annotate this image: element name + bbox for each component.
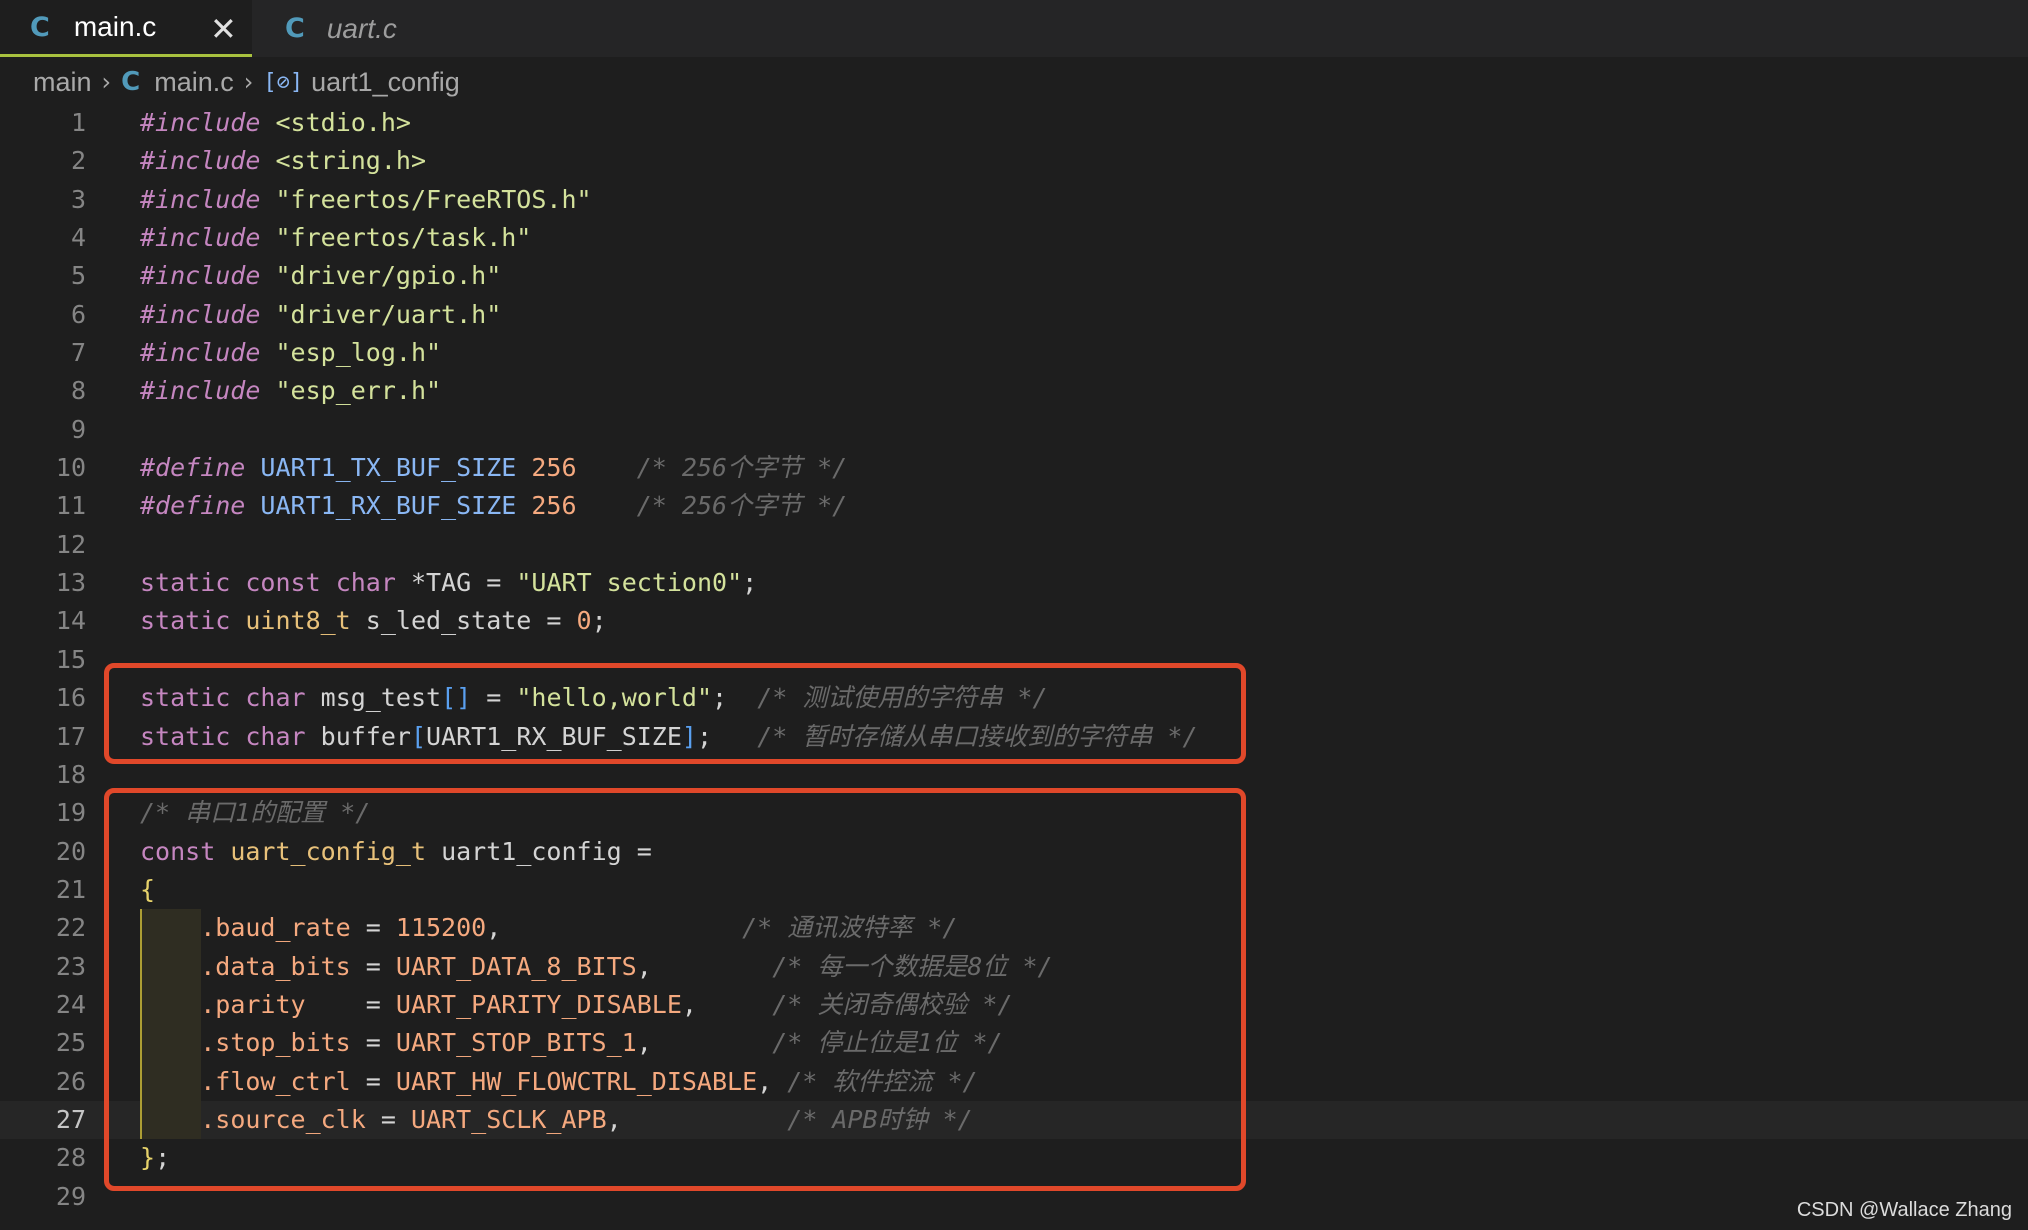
code-line: 2 #include <string.h> <box>0 142 2028 180</box>
code-line: 25 .stop_bits = UART_STOP_BITS_1, /* 停止位… <box>0 1024 2028 1063</box>
line-number: 19 <box>55 798 86 828</box>
line-number: 4 <box>70 223 86 253</box>
line-number: 26 <box>55 1066 86 1096</box>
code-line: 10 #define UART1_TX_BUF_SIZE 256 /* 256个字… <box>0 449 2028 487</box>
line-number: 6 <box>70 299 86 329</box>
code-line: 5 #include "driver/gpio.h" <box>0 257 2028 295</box>
code-text: .source_clk = UART_SCLK_APB, /* APB时钟 */ <box>200 1104 973 1134</box>
line-number: 11 <box>55 491 86 521</box>
code-line: 6 #include "driver/uart.h" <box>0 296 2028 334</box>
code-line: 3 #include "freertos/FreeRTOS.h" <box>0 181 2028 219</box>
c-file-icon: C <box>121 67 141 97</box>
tab-bar: C main.c ✕ C uart.c <box>0 0 2028 57</box>
code-text: { <box>140 874 156 904</box>
line-number: 28 <box>55 1143 86 1173</box>
breadcrumb-file[interactable]: main.c <box>154 67 234 98</box>
code-line: 15 <box>0 641 2028 679</box>
code-text: static const char *TAG = "UART section0"… <box>140 568 758 598</box>
code-line: 20 const uart_config_t uart1_config = <box>0 833 2028 871</box>
line-number: 3 <box>70 184 86 214</box>
line-number: 15 <box>55 644 86 674</box>
c-file-icon: C <box>285 13 305 44</box>
chevron-right-icon: › <box>101 68 112 96</box>
line-number: 21 <box>55 874 86 904</box>
tab-label: main.c <box>73 11 157 42</box>
code-text: #include <stdio.h> <box>140 108 411 137</box>
code-line: 19 /* 串口1的配置 */ <box>0 794 2028 832</box>
code-text: #include <string.h> <box>140 146 426 176</box>
line-number: 23 <box>55 951 86 981</box>
code-editor[interactable]: 1 #include <stdio.h> 2 #include <string.h>… <box>0 104 2028 1216</box>
code-text: static uint8_t s_led_state = 0; <box>140 606 607 636</box>
code-line-current: 27 .source_clk = UART_SCLK_APB, /* APB时钟… <box>0 1100 2028 1140</box>
c-file-icon: C <box>30 11 50 43</box>
code-line: 11 #define UART1_RX_BUF_SIZE 256 /* 256个字… <box>0 487 2028 525</box>
code-line: 23 .data_bits = UART_DATA_8_BITS, /* 每一个… <box>0 947 2028 986</box>
line-number: 25 <box>55 1028 86 1058</box>
close-tab-icon[interactable]: ✕ <box>210 0 237 57</box>
code-line: 18 <box>0 756 2028 794</box>
code-line: 7 #include "esp_log.h" <box>0 334 2028 372</box>
code-line: 17 static char buffer[UART1_RX_BUF_SIZE];… <box>0 718 2028 756</box>
code-line: 4 #include "freertos/task.h" <box>0 219 2028 257</box>
code-text: #include "driver/gpio.h" <box>140 261 502 291</box>
line-number: 8 <box>70 376 86 406</box>
code-text: #define UART1_RX_BUF_SIZE 256 /* 256个字节 … <box>140 491 848 521</box>
code-line: 21 { <box>0 871 2028 909</box>
code-text: #include "driver/uart.h" <box>140 299 502 329</box>
chevron-right-icon: › <box>243 68 254 96</box>
line-number: 20 <box>55 836 86 866</box>
line-number: 14 <box>55 606 86 636</box>
tab-label: uart.c <box>326 12 397 44</box>
line-number: 1 <box>70 108 86 137</box>
code-line: 28}; <box>0 1139 2028 1177</box>
breadcrumb-symbol[interactable]: uart1_config <box>311 67 460 98</box>
line-number: 9 <box>70 414 86 444</box>
line-number: 29 <box>55 1181 86 1211</box>
variable-symbol-icon: [⊘] <box>263 69 304 95</box>
line-number: 22 <box>55 913 86 943</box>
code-line: 22 .baud_rate = 115200, /* 通讯波特率 */ <box>0 909 2028 948</box>
breadcrumb-folder[interactable]: main <box>33 67 92 98</box>
line-number: 7 <box>70 338 86 368</box>
code-text: .data_bits = UART_DATA_8_BITS, /* 每一个数据是… <box>200 951 1053 981</box>
code-line: 16 static char msg_test[] = "hello,world"… <box>0 679 2028 717</box>
line-number: 18 <box>55 759 86 789</box>
line-number: 2 <box>70 146 86 176</box>
code-text: }; <box>140 1143 171 1173</box>
code-text: #define UART1_TX_BUF_SIZE 256 /* 256个字节 … <box>140 453 848 483</box>
code-text: static char msg_test[] = "hello,world"; … <box>140 683 1048 713</box>
code-line: 1 #include <stdio.h> <box>0 104 2028 142</box>
code-text: .stop_bits = UART_STOP_BITS_1, /* 停止位是1位… <box>200 1028 1003 1058</box>
code-text: .baud_rate = 115200, /* 通讯波特率 */ <box>200 913 958 943</box>
code-line: 9 <box>0 411 2028 449</box>
code-text: #include "freertos/task.h" <box>140 223 532 253</box>
line-number: 12 <box>55 529 86 559</box>
code-line: 14 static uint8_t s_led_state = 0; <box>0 602 2028 640</box>
line-number: 10 <box>55 453 86 483</box>
line-number: 5 <box>70 261 86 291</box>
line-number: 24 <box>55 989 86 1019</box>
line-number: 13 <box>55 568 86 598</box>
code-line: 13 static const char *TAG = "UART section… <box>0 564 2028 602</box>
code-line: 24 .parity = UART_PARITY_DISABLE, /* 关闭奇… <box>0 985 2028 1025</box>
tab-uart-c[interactable]: C uart.c <box>252 0 452 57</box>
watermark: CSDN @Wallace Zhang <box>1796 1199 2012 1221</box>
code-line: 8 #include "esp_err.h" <box>0 372 2028 410</box>
code-line: 29 <box>0 1178 2028 1216</box>
code-text: /* 串口1的配置 */ <box>140 798 371 828</box>
code-text: static char buffer[UART1_RX_BUF_SIZE]; /… <box>140 721 1198 751</box>
breadcrumb: main › C main.c › [⊘] uart1_config <box>0 57 2028 107</box>
code-text: #include "freertos/FreeRTOS.h" <box>140 184 592 214</box>
code-text: #include "esp_log.h" <box>140 338 442 368</box>
line-number: 27 <box>55 1104 86 1134</box>
line-number: 16 <box>55 683 86 713</box>
line-number: 17 <box>55 721 86 751</box>
code-text: const uart_config_t uart1_config = <box>140 836 652 866</box>
code-line: 26 .flow_ctrl = UART_HW_FLOWCTRL_DISABLE… <box>0 1062 2028 1101</box>
code-line: 12 <box>0 526 2028 564</box>
code-text: .parity = UART_PARITY_DISABLE, /* 关闭奇偶校验… <box>200 989 1013 1019</box>
code-text: #include "esp_err.h" <box>140 376 442 406</box>
code-text: .flow_ctrl = UART_HW_FLOWCTRL_DISABLE, /… <box>200 1066 978 1096</box>
